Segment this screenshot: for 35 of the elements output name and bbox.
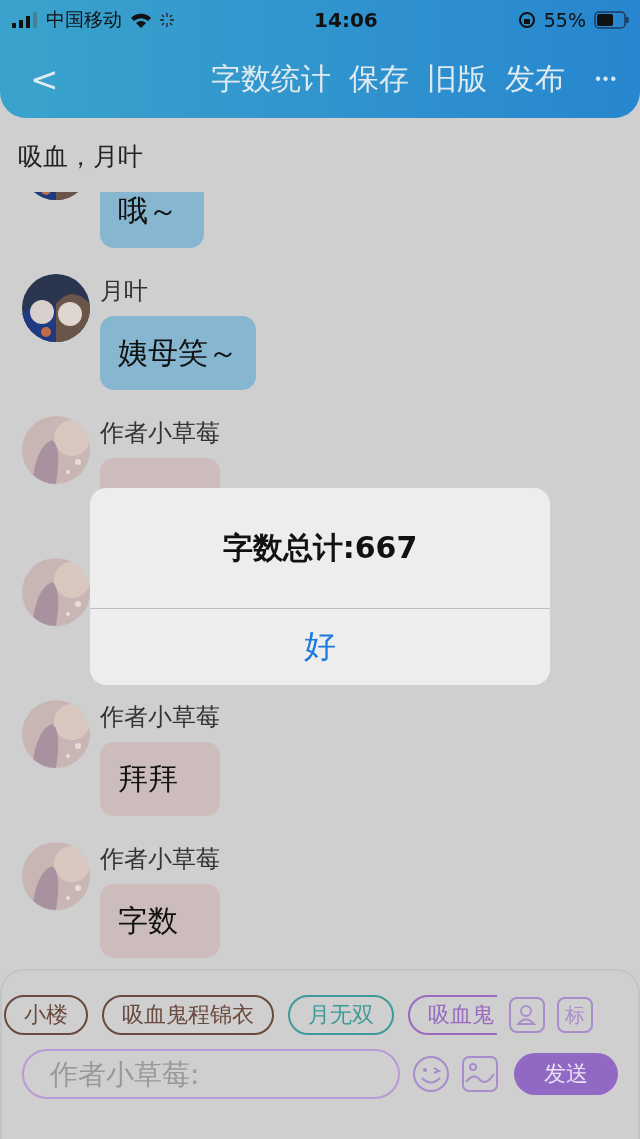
battery-icon [594,11,630,29]
sender-name: 作者小草莓 [100,844,220,875]
sender-name: 作者小草莓 [100,702,220,733]
sender-name: 作者小草莓 [100,418,220,449]
header-action[interactable]: 发布 [505,58,566,100]
message-bubble: 姨母笑～ [100,316,256,390]
chat-subtitle: 吸血，月叶 [17,141,144,173]
person-icon [515,1003,539,1027]
header-action[interactable]: 字数统计 [211,58,332,100]
back-button[interactable]: < [22,59,67,99]
person-button[interactable] [509,997,545,1033]
emoji-icon[interactable] [412,1055,450,1093]
rotation-lock-icon [517,11,536,29]
clock-time: 14:06 [313,8,379,32]
character-chip[interactable]: 月无双 [288,995,394,1035]
character-chip[interactable]: 小楼 [4,995,88,1035]
ok-button[interactable]: 好 [90,609,550,685]
sender-name: 月叶 [100,276,149,307]
tag-button[interactable]: 标 [557,997,593,1033]
header-action[interactable]: 旧版 [427,58,488,100]
character-chip[interactable]: 吸血鬼程锦衣 [102,995,274,1035]
message-bubble: 拜拜 [100,742,220,816]
battery-percent: 55% [543,9,586,31]
wifi-icon [130,11,152,29]
dialog-title: 字数总计:667 [90,488,550,609]
loading-icon [160,13,174,27]
more-button[interactable]: ••• [595,70,618,88]
message-bubble: 哦～ [100,192,204,248]
character-chip[interactable]: 吸血鬼 [408,995,497,1035]
message-bubble: 字数 [100,884,220,958]
signal-icon [12,12,38,28]
image-icon[interactable] [462,1056,498,1092]
send-button[interactable]: 发送 [514,1053,618,1095]
carrier-name: 中国移动 [46,7,122,32]
header-action[interactable]: 保存 [349,58,410,100]
